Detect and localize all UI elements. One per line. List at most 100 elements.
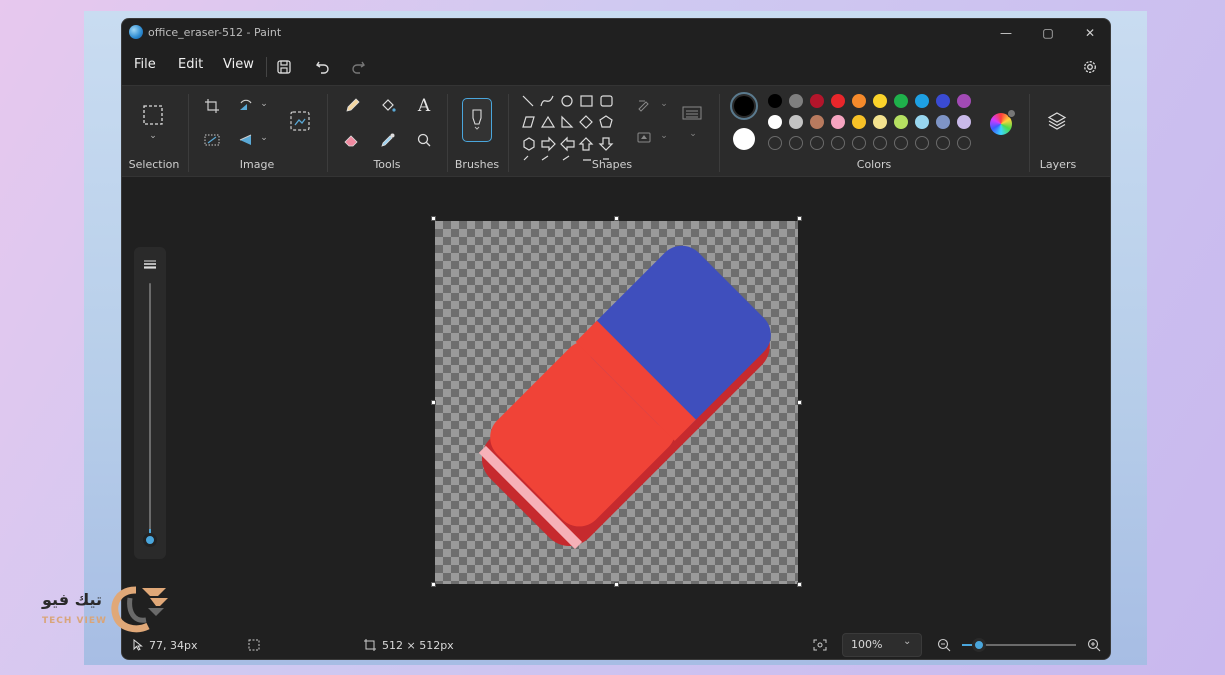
image-canvas[interactable] bbox=[435, 221, 798, 584]
zoom-level-value: 100% bbox=[851, 638, 883, 651]
ribbon-divider bbox=[327, 94, 328, 172]
resize-handle[interactable] bbox=[614, 216, 619, 221]
outline-chevron-down-icon[interactable]: ⌄ bbox=[659, 98, 669, 110]
resize-handle[interactable] bbox=[431, 400, 436, 405]
group-label-brushes: Brushes bbox=[454, 158, 500, 171]
primary-color-indicator[interactable] bbox=[730, 92, 758, 120]
palette-color-swatch[interactable] bbox=[915, 115, 929, 129]
group-label-colors: Colors bbox=[856, 158, 892, 171]
custom-color-slot[interactable] bbox=[873, 136, 887, 150]
custom-color-slot[interactable] bbox=[915, 136, 929, 150]
resize-handle[interactable] bbox=[797, 582, 802, 587]
crop-icon[interactable] bbox=[202, 96, 222, 116]
image-background-icon[interactable] bbox=[287, 108, 313, 134]
selection-rectangle-icon[interactable] bbox=[140, 102, 166, 128]
flip-icon[interactable] bbox=[236, 130, 256, 150]
settings-gear-icon[interactable] bbox=[1079, 56, 1101, 78]
custom-color-slot[interactable] bbox=[810, 136, 824, 150]
layers-icon[interactable] bbox=[1044, 108, 1070, 134]
palette-color-swatch[interactable] bbox=[831, 94, 845, 108]
color-picker-icon[interactable] bbox=[376, 128, 400, 152]
palette-color-swatch[interactable] bbox=[894, 115, 908, 129]
custom-color-slot[interactable] bbox=[936, 136, 950, 150]
custom-color-slot[interactable] bbox=[831, 136, 845, 150]
brush-size-thumb[interactable] bbox=[143, 533, 157, 547]
custom-color-slot[interactable] bbox=[852, 136, 866, 150]
shape-fill-icon[interactable] bbox=[635, 128, 653, 146]
secondary-color-swatch[interactable] bbox=[733, 128, 755, 150]
menu-view[interactable]: View bbox=[223, 57, 254, 72]
eraser-image bbox=[478, 245, 771, 550]
ribbon-divider bbox=[508, 94, 509, 172]
palette-color-swatch[interactable] bbox=[852, 115, 866, 129]
palette-color-swatch[interactable] bbox=[768, 115, 782, 129]
custom-color-slot[interactable] bbox=[894, 136, 908, 150]
zoom-slider-thumb[interactable] bbox=[972, 638, 987, 652]
resize-handle[interactable] bbox=[431, 216, 436, 221]
fill-bucket-icon[interactable] bbox=[376, 94, 400, 118]
palette-color-swatch[interactable] bbox=[789, 115, 803, 129]
group-label-tools: Tools bbox=[373, 158, 401, 171]
palette-color-swatch[interactable] bbox=[810, 94, 824, 108]
close-button[interactable]: ✕ bbox=[1070, 23, 1110, 43]
palette-color-swatch[interactable] bbox=[936, 94, 950, 108]
rotate-icon[interactable] bbox=[236, 96, 256, 116]
pencil-icon[interactable] bbox=[340, 94, 364, 118]
palette-color-swatch[interactable] bbox=[957, 115, 971, 129]
selection-size-icon bbox=[248, 639, 260, 651]
palette-color-swatch[interactable] bbox=[915, 94, 929, 108]
save-icon[interactable] bbox=[273, 56, 295, 78]
eraser-tool-icon[interactable] bbox=[340, 128, 364, 152]
resize-handle[interactable] bbox=[614, 582, 619, 587]
resize-handle[interactable] bbox=[431, 582, 436, 587]
palette-color-swatch[interactable] bbox=[894, 94, 908, 108]
undo-icon[interactable] bbox=[312, 56, 334, 78]
palette-color-swatch[interactable] bbox=[789, 94, 803, 108]
resize-icon[interactable] bbox=[202, 130, 222, 150]
selection-chevron-down-icon[interactable]: ⌄ bbox=[146, 130, 160, 142]
tech-view-logo: تيك فيو TECH VIEW bbox=[36, 584, 176, 634]
shape-outline-icon[interactable] bbox=[635, 96, 653, 114]
palette-color-swatch[interactable] bbox=[936, 115, 950, 129]
palette-color-swatch[interactable] bbox=[831, 115, 845, 129]
palette-color-swatch[interactable] bbox=[852, 94, 866, 108]
palette-color-swatch[interactable] bbox=[873, 94, 887, 108]
brushes-button[interactable] bbox=[462, 98, 492, 142]
resize-handle[interactable] bbox=[797, 400, 802, 405]
menu-edit[interactable]: Edit bbox=[178, 57, 203, 72]
ribbon-divider bbox=[188, 94, 189, 172]
palette-color-swatch[interactable] bbox=[957, 94, 971, 108]
resize-handle[interactable] bbox=[797, 216, 802, 221]
edit-colors-wheel-icon[interactable] bbox=[990, 109, 1016, 135]
fit-to-window-icon[interactable] bbox=[812, 638, 828, 652]
status-bar: 77, 34px 512 × 512px 100% ⌄ bbox=[122, 629, 1110, 659]
redo-icon[interactable] bbox=[347, 56, 369, 78]
custom-color-slot[interactable] bbox=[957, 136, 971, 150]
shapes-gallery[interactable] bbox=[520, 92, 616, 162]
minimize-button[interactable]: — bbox=[986, 23, 1026, 43]
group-label-image: Image bbox=[239, 158, 275, 171]
zoom-chevron-down-icon: ⌄ bbox=[903, 636, 912, 647]
text-tool-icon[interactable]: A bbox=[412, 94, 436, 118]
fill-chevron-down-icon[interactable]: ⌄ bbox=[659, 130, 669, 142]
maximize-button[interactable]: ▢ bbox=[1028, 23, 1068, 43]
palette-color-swatch[interactable] bbox=[768, 94, 782, 108]
custom-color-slot[interactable] bbox=[768, 136, 782, 150]
menu-file[interactable]: File bbox=[134, 57, 156, 72]
primary-color-swatch bbox=[734, 96, 754, 116]
magnifier-icon[interactable] bbox=[412, 128, 436, 152]
window-title: office_eraser-512 - Paint bbox=[148, 26, 282, 39]
paint-app-icon bbox=[129, 25, 143, 39]
palette-color-swatch[interactable] bbox=[810, 115, 824, 129]
zoom-dropdown[interactable]: 100% ⌄ bbox=[842, 633, 922, 657]
zoom-out-icon[interactable] bbox=[936, 638, 952, 652]
brush-size-track[interactable] bbox=[149, 283, 151, 539]
shape-style-icon[interactable] bbox=[680, 102, 704, 124]
palette-color-swatch[interactable] bbox=[873, 115, 887, 129]
style-chevron-down-icon[interactable]: ⌄ bbox=[688, 128, 698, 140]
flip-chevron-down-icon[interactable]: ⌄ bbox=[258, 132, 270, 144]
custom-color-slot[interactable] bbox=[789, 136, 803, 150]
paint-window: office_eraser-512 - Paint — ▢ ✕ File Edi… bbox=[121, 18, 1111, 660]
zoom-in-icon[interactable] bbox=[1086, 638, 1102, 652]
rotate-chevron-down-icon[interactable]: ⌄ bbox=[258, 98, 270, 110]
